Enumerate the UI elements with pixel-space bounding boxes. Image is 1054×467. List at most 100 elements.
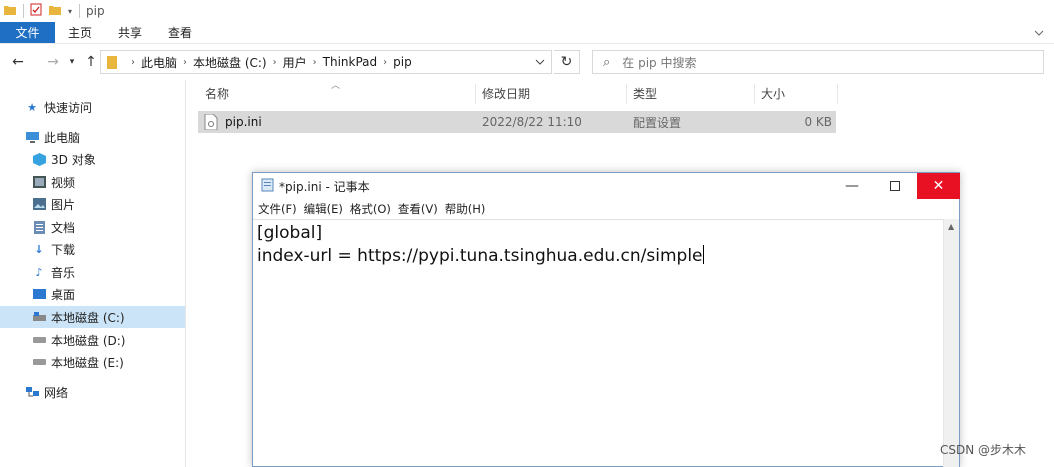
- menu-help[interactable]: 帮助(H): [445, 201, 486, 217]
- network-icon: [25, 385, 39, 399]
- properties-icon[interactable]: [30, 3, 42, 19]
- sidebar-item-this-pc[interactable]: 此电脑: [25, 126, 80, 148]
- tab-file[interactable]: 文件: [0, 22, 55, 43]
- breadcrumb-chevron-icon[interactable]: ›: [131, 57, 135, 68]
- video-icon: [32, 175, 46, 189]
- breadcrumb-pip[interactable]: pip: [393, 55, 412, 69]
- breadcrumb-local-disk-c[interactable]: 本地磁盘 (C:): [193, 54, 267, 71]
- sidebar-item-label: 视频: [51, 175, 76, 190]
- sidebar-item-downloads[interactable]: ↓ 下载: [32, 238, 75, 260]
- document-icon: [32, 220, 46, 234]
- sidebar-item-label: 快速访问: [44, 100, 93, 115]
- computer-icon: [25, 130, 39, 144]
- sidebar-item-label: 音乐: [51, 265, 76, 280]
- sidebar-item-label: 下载: [51, 242, 76, 257]
- scroll-up-arrow-icon[interactable]: ▲: [948, 222, 954, 231]
- ribbon-tabs: 文件 主页 共享 查看: [0, 22, 1054, 44]
- divider: [79, 4, 81, 18]
- forward-arrow-icon[interactable]: →: [42, 51, 64, 73]
- address-dropdown-chevron-icon[interactable]: [535, 55, 545, 68]
- sidebar-item-label: 图片: [51, 197, 76, 212]
- cube-icon: [32, 152, 46, 166]
- column-header-modified[interactable]: 修改日期: [482, 82, 530, 104]
- tab-view[interactable]: 查看: [155, 22, 205, 43]
- close-icon[interactable]: ✕: [917, 173, 960, 199]
- menu-format[interactable]: 格式(O): [350, 201, 391, 217]
- tab-home[interactable]: 主页: [55, 22, 105, 43]
- address-bar[interactable]: › 此电脑 › 本地磁盘 (C:) › 用户 › ThinkPad › pip: [100, 50, 552, 74]
- sidebar-item-documents[interactable]: 文档: [32, 216, 75, 238]
- breadcrumb-users[interactable]: 用户: [283, 54, 307, 71]
- sidebar-item-label: 网络: [44, 385, 69, 400]
- sidebar-item-local-disk-c[interactable]: 本地磁盘 (C:): [0, 306, 185, 328]
- ini-file-icon: [204, 111, 218, 133]
- menu-edit[interactable]: 编辑(E): [304, 201, 343, 217]
- window-title: pip: [86, 4, 105, 18]
- minimize-icon[interactable]: —: [830, 173, 874, 199]
- drive-icon: [32, 355, 46, 369]
- up-arrow-icon[interactable]: ↑: [80, 51, 102, 73]
- column-divider[interactable]: [475, 84, 476, 104]
- file-modified: 2022/8/22 11:10: [482, 115, 582, 129]
- sidebar-item-videos[interactable]: 视频: [32, 171, 75, 193]
- music-note-icon: ♪: [35, 265, 43, 279]
- maximize-icon[interactable]: [873, 173, 917, 199]
- vertical-scrollbar[interactable]: ▲: [943, 219, 959, 467]
- column-header-type[interactable]: 类型: [633, 82, 657, 104]
- picture-icon: [32, 197, 46, 211]
- navigation-bar: ← → ▾ ↑ › 此电脑 › 本地磁盘 (C:) › 用户 › ThinkPa…: [0, 45, 1054, 79]
- breadcrumb-this-pc[interactable]: 此电脑: [141, 54, 177, 71]
- sidebar-item-pictures[interactable]: 图片: [32, 193, 75, 215]
- sidebar-item-label: 本地磁盘 (C:): [51, 310, 125, 325]
- desktop-icon: [32, 287, 46, 301]
- column-divider[interactable]: [837, 84, 838, 104]
- drive-icon: [32, 310, 46, 324]
- breadcrumb-chevron-icon[interactable]: ›: [383, 57, 387, 68]
- customize-toolbar-icon[interactable]: ▾: [68, 7, 72, 16]
- search-placeholder: 在 pip 中搜索: [622, 55, 697, 70]
- sidebar-item-local-disk-e[interactable]: 本地磁盘 (E:): [32, 351, 124, 373]
- column-header-size[interactable]: 大小: [761, 82, 785, 104]
- star-icon: ★: [27, 100, 37, 114]
- breadcrumb-thinkpad[interactable]: ThinkPad: [323, 55, 378, 69]
- sidebar-item-label: 本地磁盘 (D:): [51, 333, 126, 348]
- sidebar-item-label: 文档: [51, 220, 76, 235]
- search-icon: ⌕: [603, 54, 611, 70]
- file-size: 0 KB: [804, 115, 832, 129]
- sort-ascending-icon: ︿: [331, 81, 341, 91]
- sidebar-item-desktop[interactable]: 桌面: [32, 283, 75, 305]
- navigation-pane: ★ 快速访问 此电脑 3D 对象 视频 图片 文档 ↓ 下载 ♪ 音乐 桌面 本…: [0, 80, 186, 467]
- breadcrumb-chevron-icon[interactable]: ›: [273, 57, 277, 68]
- desktop: ▾ pip 文件 主页 共享 查看 ← → ▾ ↑ › 此电脑 › 本地磁盘 (…: [0, 0, 1054, 467]
- file-type: 配置设置: [633, 115, 682, 130]
- sidebar-item-3d-objects[interactable]: 3D 对象: [32, 148, 96, 170]
- breadcrumb-chevron-icon[interactable]: ›: [183, 57, 187, 68]
- recent-locations-chevron-icon[interactable]: ▾: [66, 51, 78, 73]
- watermark-text: CSDN @步木木: [940, 443, 1027, 457]
- download-arrow-icon: ↓: [34, 242, 44, 256]
- sidebar-item-music[interactable]: ♪ 音乐: [32, 261, 75, 283]
- search-input[interactable]: ⌕ 在 pip 中搜索: [592, 50, 1044, 74]
- sidebar-item-local-disk-d[interactable]: 本地磁盘 (D:): [32, 329, 125, 351]
- new-folder-icon[interactable]: [49, 4, 61, 19]
- text-line: [global]: [257, 223, 323, 243]
- back-arrow-icon[interactable]: ←: [7, 51, 29, 73]
- explorer-titlebar: ▾ pip: [0, 0, 1054, 22]
- tab-share[interactable]: 共享: [105, 22, 155, 43]
- sidebar-item-label: 3D 对象: [51, 152, 96, 167]
- divider: [23, 4, 24, 18]
- refresh-icon[interactable]: ↻: [554, 50, 580, 74]
- sidebar-item-label: 桌面: [51, 287, 76, 302]
- sidebar-item-quick-access[interactable]: ★ 快速访问: [25, 96, 92, 118]
- breadcrumb-chevron-icon[interactable]: ›: [313, 57, 317, 68]
- file-name[interactable]: pip.ini: [225, 111, 262, 133]
- column-divider[interactable]: [754, 84, 755, 104]
- sidebar-item-label: 本地磁盘 (E:): [51, 355, 124, 370]
- menu-file[interactable]: 文件(F): [258, 201, 297, 217]
- menu-view[interactable]: 查看(V): [398, 201, 438, 217]
- column-divider[interactable]: [626, 84, 627, 104]
- expand-ribbon-icon[interactable]: [1034, 22, 1054, 43]
- notepad-text-area[interactable]: [global] index-url = https://pypi.tuna.t…: [253, 219, 943, 467]
- sidebar-item-network[interactable]: 网络: [25, 381, 68, 403]
- column-header-name[interactable]: 名称: [205, 82, 229, 104]
